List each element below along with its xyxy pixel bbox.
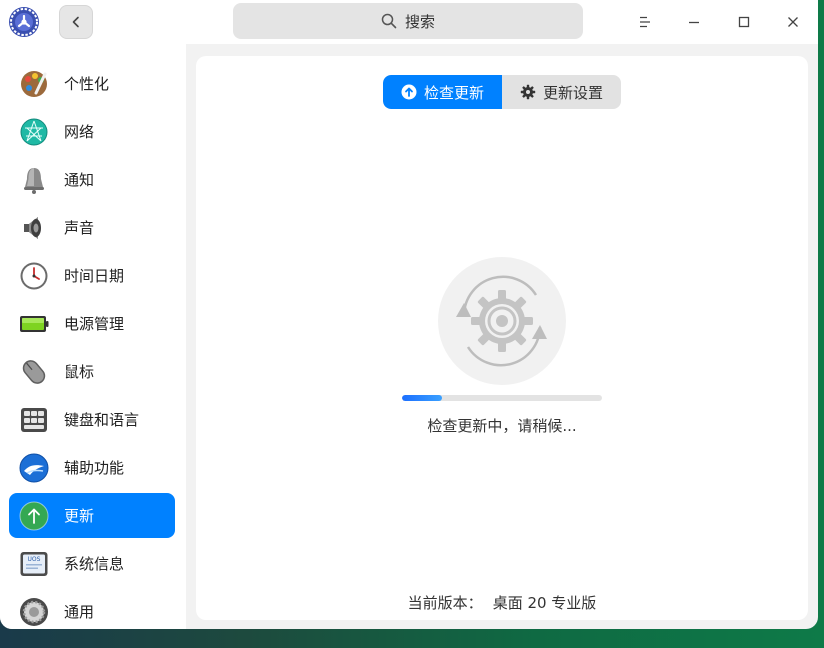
- clock-icon: [19, 261, 49, 291]
- sidebar-item-label: 电源管理: [64, 315, 125, 333]
- tab-update-settings[interactable]: 更新设置: [502, 75, 621, 109]
- tab-update-settings-label: 更新设置: [542, 83, 603, 102]
- back-button[interactable]: [59, 5, 93, 39]
- sidebar-item-label: 网络: [64, 123, 95, 141]
- sidebar-item-label: 时间日期: [64, 267, 125, 285]
- update-arrow-icon: [19, 501, 49, 531]
- close-icon: [788, 17, 798, 27]
- sidebar-item-keyboard[interactable]: 键盘和语言: [9, 397, 175, 442]
- progress-fill: [402, 395, 442, 401]
- sidebar-item-power[interactable]: 电源管理: [9, 301, 175, 346]
- sidebar-item-datetime[interactable]: 时间日期: [9, 253, 175, 298]
- search-icon: [381, 13, 397, 29]
- sidebar-item-label: 鼠标: [64, 363, 95, 381]
- personalization-icon: [19, 69, 49, 99]
- gear-icon: [520, 84, 536, 100]
- title-bar: 搜索: [0, 0, 818, 44]
- sidebar-item-system-info[interactable]: UOS 系统信息: [9, 541, 175, 586]
- sidebar-item-update[interactable]: 更新: [9, 493, 175, 538]
- keyboard-icon: [19, 405, 49, 435]
- accessibility-icon: [19, 453, 49, 483]
- tab-check-update[interactable]: 检查更新: [383, 75, 502, 109]
- control-center-window: 搜索 个性化 网络 通知 声音 时间日期 电源管理 鼠标 键盘和语言 辅助功能 …: [0, 0, 818, 629]
- version-value: 桌面 20 专业版: [492, 594, 597, 612]
- battery-icon: [19, 309, 49, 339]
- tab-check-update-label: 检查更新: [423, 83, 484, 102]
- update-panel: 检查更新 更新设置 检查更新中，请稍候... 当前版本： 桌面 20 专业版: [196, 56, 808, 620]
- version-label: 当前版本：: [407, 594, 483, 612]
- sidebar-item-label: 系统信息: [64, 555, 125, 573]
- update-status-text: 检查更新中，请稍候...: [427, 417, 577, 435]
- sidebar-item-notification[interactable]: 通知: [9, 157, 175, 202]
- sidebar-item-label: 辅助功能: [64, 459, 125, 477]
- maximize-button[interactable]: [728, 6, 760, 38]
- upload-arrow-icon: [401, 84, 417, 100]
- close-button[interactable]: [777, 6, 809, 38]
- checking-update-gear-icon: [438, 257, 566, 385]
- sidebar-item-general[interactable]: 通用: [9, 589, 175, 629]
- sidebar-item-label: 更新: [64, 507, 95, 525]
- update-check-progress-bar: [402, 395, 602, 401]
- sidebar-item-personalization[interactable]: 个性化: [9, 61, 175, 106]
- sidebar-item-label: 键盘和语言: [64, 411, 140, 429]
- minimize-button[interactable]: [678, 6, 710, 38]
- minimize-icon: [689, 21, 699, 24]
- sidebar-item-accessibility[interactable]: 辅助功能: [9, 445, 175, 490]
- hamburger-menu-icon: [640, 16, 650, 28]
- search-box[interactable]: 搜索: [233, 3, 583, 39]
- sidebar-item-network[interactable]: 网络: [9, 109, 175, 154]
- chevron-left-icon: [72, 16, 79, 28]
- mouse-icon: [19, 357, 49, 387]
- uos-badge-text: UOS: [28, 556, 41, 563]
- sidebar: 个性化 网络 通知 声音 时间日期 电源管理 鼠标 键盘和语言 辅助功能 更新 …: [0, 44, 186, 629]
- sidebar-item-label: 通用: [64, 603, 95, 621]
- update-tab-switcher: 检查更新 更新设置: [383, 75, 621, 109]
- current-version: 当前版本： 桌面 20 专业版: [196, 592, 808, 613]
- maximize-icon: [738, 16, 750, 28]
- search-placeholder: 搜索: [404, 12, 435, 31]
- network-icon: [19, 117, 49, 147]
- sidebar-item-sound[interactable]: 声音: [9, 205, 175, 250]
- sidebar-item-label: 声音: [64, 219, 95, 237]
- menu-button[interactable]: [629, 6, 661, 38]
- system-info-icon: UOS: [19, 549, 49, 579]
- general-settings-icon: [19, 597, 49, 627]
- speaker-icon: [19, 213, 49, 243]
- bell-icon: [19, 165, 49, 195]
- control-center-app-icon: [9, 7, 39, 37]
- sidebar-item-mouse[interactable]: 鼠标: [9, 349, 175, 394]
- sidebar-item-label: 通知: [64, 171, 95, 189]
- sidebar-item-label: 个性化: [64, 75, 110, 93]
